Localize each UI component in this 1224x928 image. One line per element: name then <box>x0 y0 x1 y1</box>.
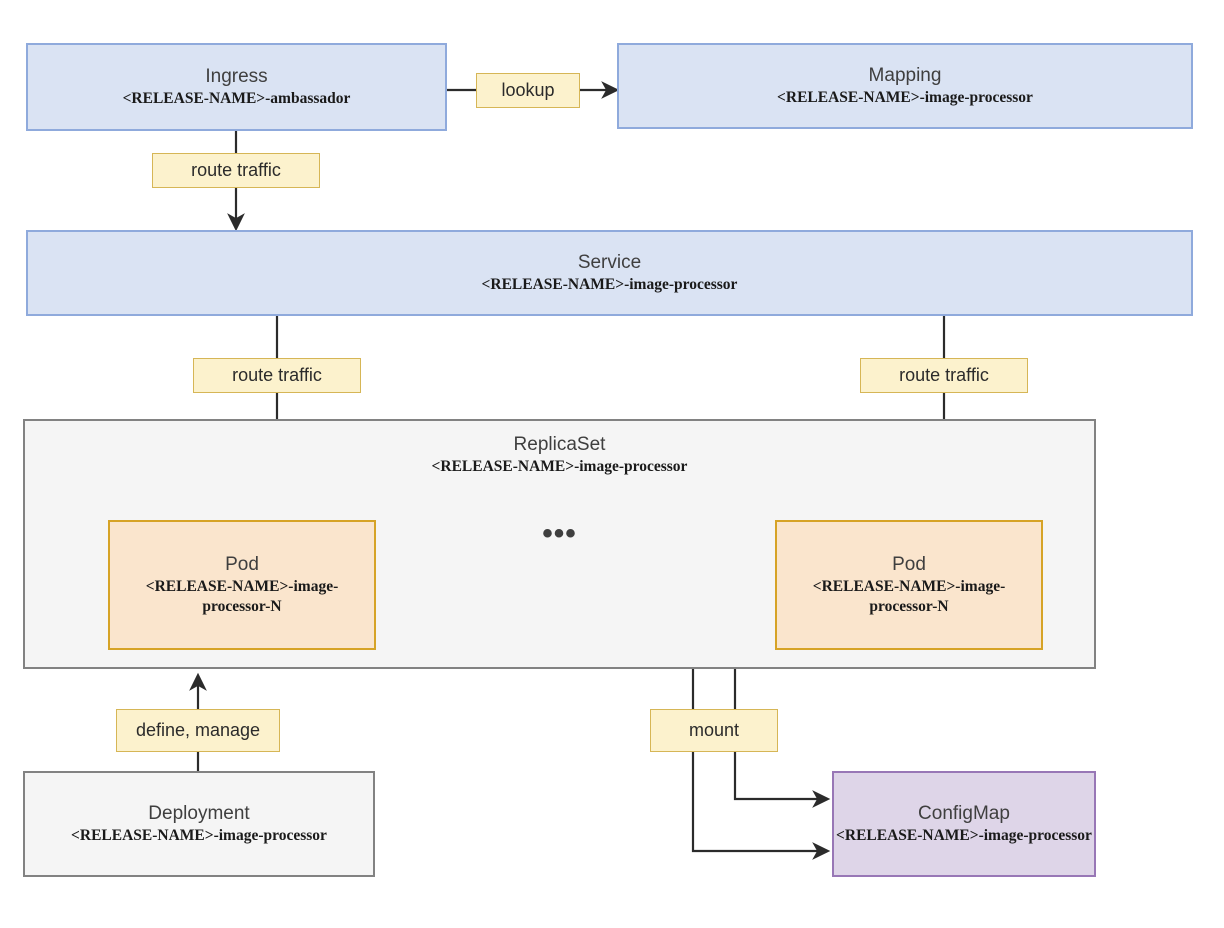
replicaset-kind: ReplicaSet <box>513 434 606 455</box>
service-node[interactable]: Service <RELEASE-NAME>-image-processor <box>26 230 1193 316</box>
deployment-kind: Deployment <box>148 803 250 824</box>
service-kind: Service <box>577 252 642 273</box>
mapping-node[interactable]: Mapping <RELEASE-NAME>-image-processor <box>617 43 1193 129</box>
configmap-kind: ConfigMap <box>918 803 1010 824</box>
ingress-node[interactable]: Ingress <RELEASE-NAME>-ambassador <box>26 43 447 131</box>
replicaset-label: ReplicaSet <RELEASE-NAME>-image-processo… <box>25 433 1094 477</box>
pod-right-kind: Pod <box>892 554 926 575</box>
mapping-kind: Mapping <box>868 65 942 86</box>
pod-left-name-line1: <RELEASE-NAME>-image- <box>145 578 339 595</box>
edge-label-define-manage[interactable]: define, manage <box>116 709 280 752</box>
edge-label-mount[interactable]: mount <box>650 709 778 752</box>
edge-label-route-traffic-right[interactable]: route traffic <box>860 358 1028 393</box>
pod-right-name-line1: <RELEASE-NAME>-image- <box>812 578 1006 595</box>
mapping-name: <RELEASE-NAME>-image-processor <box>777 89 1033 106</box>
replicaset-name: <RELEASE-NAME>-image-processor <box>431 458 688 475</box>
edge-mount-to-configmap-upper <box>733 752 831 808</box>
ingress-name: <RELEASE-NAME>-ambassador <box>122 90 351 107</box>
service-name: <RELEASE-NAME>-image-processor <box>481 276 738 293</box>
pod-left-node[interactable]: Pod <RELEASE-NAME>-image- processor-N <box>108 520 376 650</box>
pod-left-kind: Pod <box>225 554 259 575</box>
edge-label-route-traffic-ingress[interactable]: route traffic <box>152 153 320 188</box>
edge-label-lookup[interactable]: lookup <box>476 73 580 108</box>
deployment-name: <RELEASE-NAME>-image-processor <box>71 827 327 844</box>
edge-label-route-traffic-left[interactable]: route traffic <box>193 358 361 393</box>
ingress-kind: Ingress <box>205 66 268 87</box>
pod-right-name-line2: processor-N <box>869 598 949 615</box>
pod-left-name-line2: processor-N <box>202 598 282 615</box>
configmap-name: <RELEASE-NAME>-image-processor <box>836 827 1092 844</box>
configmap-node[interactable]: ConfigMap <RELEASE-NAME>-image-processor <box>832 771 1096 877</box>
diagram-canvas: ReplicaSet <RELEASE-NAME>-image-processo… <box>0 0 1224 928</box>
pod-right-node[interactable]: Pod <RELEASE-NAME>-image- processor-N <box>775 520 1043 650</box>
edge-mount-to-configmap-lower <box>691 752 831 860</box>
deployment-node[interactable]: Deployment <RELEASE-NAME>-image-processo… <box>23 771 375 877</box>
